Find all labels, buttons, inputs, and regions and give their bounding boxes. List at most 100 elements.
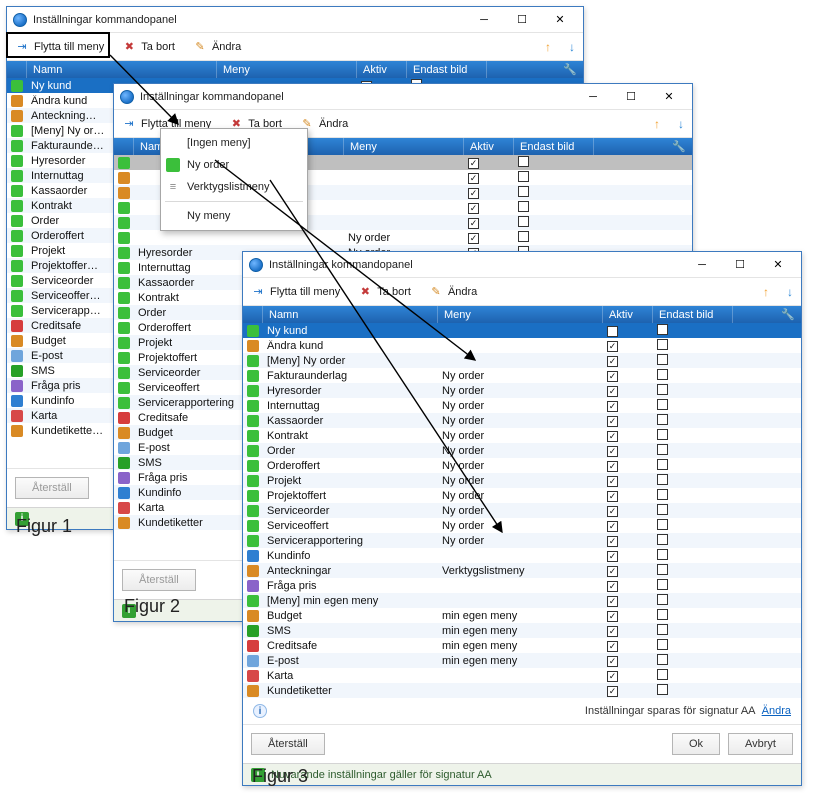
cell-image-only[interactable] <box>653 354 733 368</box>
cell-image-only[interactable] <box>653 609 733 623</box>
table-row[interactable]: AnteckningarVerktygslistmeny <box>243 563 801 578</box>
table-row[interactable]: ServiceoffertNy order <box>243 518 801 533</box>
titlebar[interactable]: Inställningar kommandopanel ─ ☐ ✕ <box>7 7 583 33</box>
table-row[interactable]: KontraktNy order <box>243 428 801 443</box>
cell-image-only[interactable] <box>653 669 733 683</box>
reset-button[interactable]: Återställ <box>251 733 325 755</box>
close-button[interactable]: ✕ <box>650 84 688 110</box>
cell-active[interactable] <box>464 202 514 214</box>
maximize-button[interactable]: ☐ <box>612 84 650 110</box>
cell-active[interactable] <box>603 355 653 367</box>
table-row[interactable]: Ny kund <box>243 323 801 338</box>
cancel-button[interactable]: Avbryt <box>728 733 793 755</box>
minimize-button[interactable]: ─ <box>574 84 612 110</box>
col-menu[interactable]: Meny <box>217 61 357 78</box>
cell-image-only[interactable] <box>653 654 733 668</box>
cell-active[interactable] <box>603 535 653 547</box>
cell-active[interactable] <box>603 670 653 682</box>
cell-active[interactable] <box>603 505 653 517</box>
cell-image-only[interactable] <box>653 519 733 533</box>
cell-image-only[interactable] <box>653 594 733 608</box>
cell-active[interactable] <box>464 187 514 199</box>
cell-active[interactable] <box>603 325 653 337</box>
cell-active[interactable] <box>603 490 653 502</box>
table-row[interactable]: ProjektNy order <box>243 473 801 488</box>
cell-active[interactable] <box>603 565 653 577</box>
move-up-button[interactable]: ↑ <box>545 40 551 54</box>
cell-active[interactable] <box>603 340 653 352</box>
move-up-button[interactable]: ↑ <box>654 117 660 131</box>
minimize-button[interactable]: ─ <box>465 7 503 33</box>
move-to-menu-button[interactable]: ⇥ Flytta till meny <box>251 285 340 299</box>
cell-active[interactable] <box>464 157 514 169</box>
cell-active[interactable] <box>464 232 514 244</box>
cell-active[interactable] <box>603 400 653 412</box>
table-row[interactable]: OrderoffertNy order <box>243 458 801 473</box>
cell-active[interactable] <box>603 460 653 472</box>
cell-active[interactable] <box>603 520 653 532</box>
cell-image-only[interactable] <box>653 684 733 698</box>
table-row[interactable]: SMSmin egen meny <box>243 623 801 638</box>
wrench-icon[interactable]: 🔧 <box>563 63 577 76</box>
cell-active[interactable] <box>603 610 653 622</box>
col-active[interactable]: Aktiv <box>464 138 514 155</box>
cell-image-only[interactable] <box>514 231 594 245</box>
move-menu-popup[interactable]: [Ingen meny] Ny order ≡ Verktygslistmeny… <box>160 128 308 231</box>
cell-active[interactable] <box>603 385 653 397</box>
col-image-only[interactable]: Endast bild <box>514 138 594 155</box>
table-row[interactable]: HyresorderNy order <box>243 383 801 398</box>
close-button[interactable]: ✕ <box>541 7 579 33</box>
table-row[interactable]: Ändra kund <box>243 338 801 353</box>
cell-active[interactable] <box>603 655 653 667</box>
cell-image-only[interactable] <box>653 459 733 473</box>
cell-image-only[interactable] <box>653 579 733 593</box>
col-menu[interactable]: Meny <box>438 306 603 323</box>
cell-image-only[interactable] <box>653 339 733 353</box>
table-row[interactable]: [Meny] Ny order <box>243 353 801 368</box>
menu-item-new-menu[interactable]: Ny meny <box>161 205 307 227</box>
table-row[interactable]: Kundinfo <box>243 548 801 563</box>
table-row[interactable]: [Meny] min egen meny <box>243 593 801 608</box>
cell-image-only[interactable] <box>653 504 733 518</box>
cell-image-only[interactable] <box>653 414 733 428</box>
remove-button[interactable]: ✖ Ta bort <box>122 40 175 54</box>
table-row[interactable]: InternuttagNy order <box>243 398 801 413</box>
wrench-icon[interactable]: 🔧 <box>672 140 686 153</box>
cell-active[interactable] <box>603 415 653 427</box>
cell-image-only[interactable] <box>653 429 733 443</box>
table-row[interactable]: Kundetiketter <box>243 683 801 698</box>
table-row[interactable]: Budgetmin egen meny <box>243 608 801 623</box>
cell-image-only[interactable] <box>653 549 733 563</box>
menu-item-ny-order[interactable]: Ny order <box>161 154 307 176</box>
change-button[interactable]: ✎ Ändra <box>429 285 477 299</box>
cell-image-only[interactable] <box>653 399 733 413</box>
remove-button[interactable]: ✖ Ta bort <box>358 285 411 299</box>
col-menu[interactable]: Meny <box>344 138 464 155</box>
col-name[interactable]: Namn <box>27 61 217 78</box>
move-down-button[interactable]: ↓ <box>569 40 575 54</box>
cell-image-only[interactable] <box>653 534 733 548</box>
col-image-only[interactable]: Endast bild <box>653 306 733 323</box>
cell-active[interactable] <box>603 640 653 652</box>
cell-image-only[interactable] <box>653 564 733 578</box>
cell-active[interactable] <box>603 475 653 487</box>
table-row[interactable]: ServicerapporteringNy order <box>243 533 801 548</box>
cell-active[interactable] <box>464 217 514 229</box>
cell-active[interactable] <box>603 430 653 442</box>
table-row[interactable]: Karta <box>243 668 801 683</box>
maximize-button[interactable]: ☐ <box>721 252 759 278</box>
titlebar[interactable]: Inställningar kommandopanel ─ ☐ ✕ <box>243 252 801 278</box>
wrench-icon[interactable]: 🔧 <box>781 308 795 321</box>
table-row[interactable]: Creditsafemin egen meny <box>243 638 801 653</box>
cell-active[interactable] <box>603 550 653 562</box>
cell-image-only[interactable] <box>514 216 594 230</box>
cell-image-only[interactable] <box>514 156 594 170</box>
cell-active[interactable] <box>603 595 653 607</box>
table-row[interactable]: OrderNy order <box>243 443 801 458</box>
table-row[interactable]: KassaorderNy order <box>243 413 801 428</box>
cell-active[interactable] <box>603 445 653 457</box>
close-button[interactable]: ✕ <box>759 252 797 278</box>
col-active[interactable]: Aktiv <box>357 61 407 78</box>
ok-button[interactable]: Ok <box>672 733 720 755</box>
cell-active[interactable] <box>603 625 653 637</box>
